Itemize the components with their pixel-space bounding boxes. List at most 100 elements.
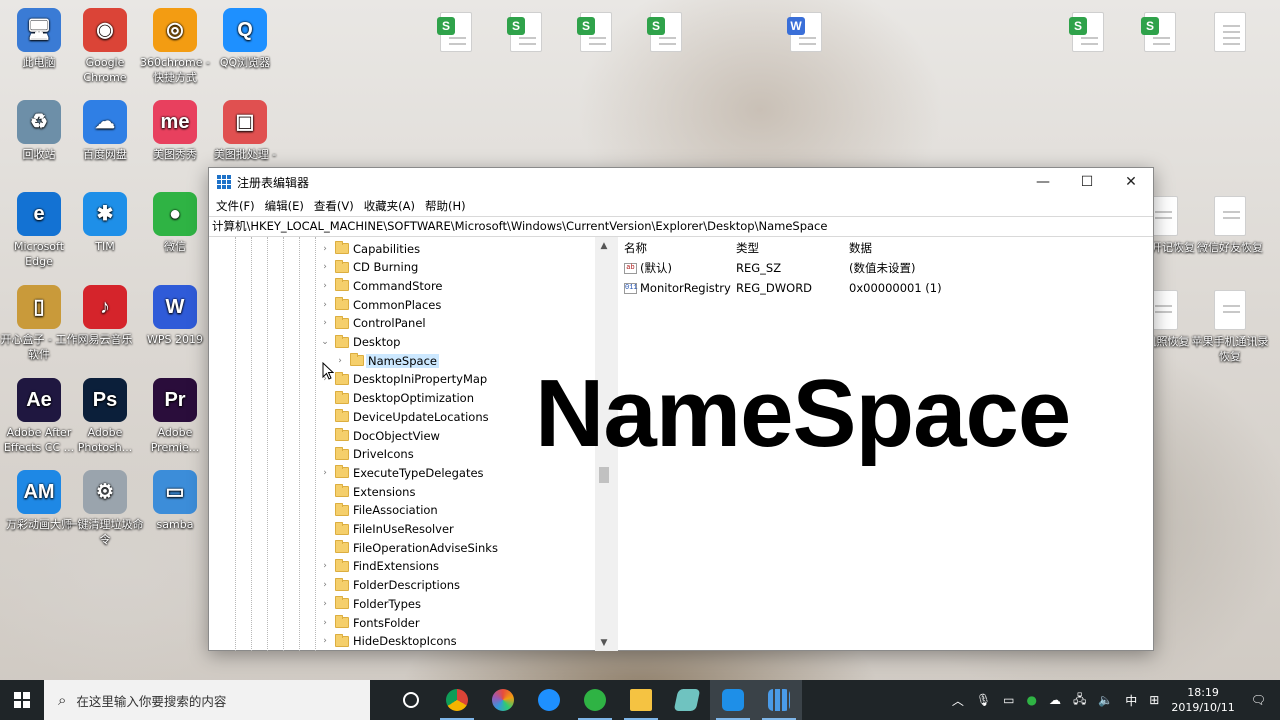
- spreadsheet-file-icon[interactable]: S: [437, 12, 472, 52]
- microphone-icon[interactable]: 🎙: [976, 693, 991, 707]
- menu-edit[interactable]: 编辑(E): [261, 198, 308, 214]
- taskbar-app-qq-browser[interactable]: [526, 680, 572, 720]
- address-bar[interactable]: 计算机\HKEY_LOCAL_MACHINE\SOFTWARE\Microsof…: [209, 216, 1153, 237]
- taskbar-app-notepad[interactable]: [664, 680, 710, 720]
- network-icon[interactable]: 🖧: [1073, 690, 1086, 711]
- wechat-tray-icon[interactable]: ●: [1026, 693, 1036, 707]
- cortana-button[interactable]: [388, 680, 434, 720]
- taskbar-app-tim[interactable]: [710, 680, 756, 720]
- title-bar[interactable]: 注册表编辑器 — ☐ ✕: [209, 168, 1153, 196]
- tree-expander-icon[interactable]: ›: [319, 580, 331, 590]
- spreadsheet-file-icon[interactable]: S: [577, 12, 612, 52]
- tree-item[interactable]: › CommandStore: [209, 276, 595, 295]
- desktop-icon[interactable]: ▭ samba: [136, 470, 214, 532]
- tree-item[interactable]: › FolderTypes: [209, 594, 595, 613]
- tree-item[interactable]: › CommonPlaces: [209, 295, 595, 314]
- tree-expander-icon[interactable]: ›: [319, 618, 331, 628]
- taskbar-search-box[interactable]: ⌕ 在这里输入你要搜索的内容: [44, 680, 370, 720]
- desktop-icon[interactable]: Pr Adobe Premie...: [136, 378, 214, 455]
- tree-expander-icon[interactable]: ⌄: [319, 337, 331, 347]
- menu-view[interactable]: 查看(V): [310, 198, 358, 214]
- ime-indicator[interactable]: 中: [1125, 692, 1137, 709]
- spreadsheet-file-icon[interactable]: S: [647, 12, 682, 52]
- taskbar-app-chrome[interactable]: [434, 680, 480, 720]
- close-button[interactable]: ✕: [1109, 168, 1153, 196]
- desktop-icon[interactable]: W WPS 2019: [136, 285, 214, 347]
- desktop-icon-label: 美图秀秀: [153, 148, 197, 161]
- tree-item[interactable]: FileAssociation: [209, 501, 595, 520]
- desktop-file-contacts-recovery[interactable]: 苹果手机通讯录恢复: [1190, 290, 1270, 364]
- tree-expander-icon[interactable]: ›: [319, 468, 331, 478]
- column-header-type[interactable]: 类型: [730, 240, 843, 256]
- desktop-icon[interactable]: Ps Adobe Photosh...: [66, 378, 144, 455]
- desktop-icon[interactable]: ☁ 百度网盘: [66, 100, 144, 162]
- app-icon: Ae: [17, 378, 61, 422]
- volume-icon[interactable]: 🔈: [1098, 693, 1113, 707]
- menu-favorites[interactable]: 收藏夹(A): [360, 198, 419, 214]
- tree-item[interactable]: Extensions: [209, 482, 595, 501]
- tree-expander-icon[interactable]: ›: [319, 561, 331, 571]
- notification-icon[interactable]: 🗨: [1251, 693, 1266, 707]
- tree-expander-icon[interactable]: ›: [319, 281, 331, 291]
- tree-expander-icon[interactable]: ›: [319, 318, 331, 328]
- desktop-icon[interactable]: ◎ 360chrome - 快捷方式: [136, 8, 214, 85]
- scroll-down-arrow-icon[interactable]: ▼: [595, 634, 613, 651]
- menu-help[interactable]: 帮助(H): [421, 198, 470, 214]
- minimize-button[interactable]: —: [1021, 168, 1065, 196]
- taskbar-app-wechat[interactable]: [572, 680, 618, 720]
- taskbar-app-regedit[interactable]: [756, 680, 802, 720]
- tree-expander-icon[interactable]: ›: [319, 300, 331, 310]
- clock[interactable]: 18:19 2019/10/11: [1171, 685, 1234, 715]
- tree-expander-icon[interactable]: ›: [334, 356, 346, 366]
- tree-item[interactable]: › ControlPanel: [209, 314, 595, 333]
- desktop-icon[interactable]: ◉ Google Chrome: [66, 8, 144, 85]
- desktop-icon[interactable]: ● 微信: [136, 192, 214, 254]
- tree-item[interactable]: › CD Burning: [209, 258, 595, 277]
- spreadsheet-file-icon[interactable]: S: [507, 12, 542, 52]
- folder-icon: [335, 241, 349, 254]
- show-hidden-icons-chevron-icon[interactable]: ︿: [952, 692, 964, 709]
- tree-item[interactable]: ⌄ Desktop: [209, 333, 595, 352]
- start-button[interactable]: [0, 680, 44, 720]
- value-type: REG_SZ: [736, 261, 782, 275]
- scroll-thumb[interactable]: [599, 467, 609, 483]
- taskbar-app-file-explorer[interactable]: [618, 680, 664, 720]
- keyboard-layout-icon[interactable]: ⊞: [1149, 693, 1159, 707]
- tree-item[interactable]: › FindExtensions: [209, 557, 595, 576]
- camera-icon[interactable]: ▭: [1003, 693, 1014, 707]
- desktop-icon[interactable]: Q QQ浏览器: [206, 8, 284, 70]
- tree-expander-icon[interactable]: ›: [319, 599, 331, 609]
- tree-item-label: CommonPlaces: [353, 297, 442, 312]
- value-row[interactable]: ab (默认) REG_SZ (数值未设置): [618, 258, 1153, 278]
- word-file-icon[interactable]: W: [787, 12, 822, 52]
- desktop-file-label: 苹果手机通讯录恢复: [1191, 335, 1269, 363]
- value-row[interactable]: 011 MonitorRegistry REG_DWORD 0x00000001 …: [618, 278, 1153, 298]
- desktop-icon[interactable]: ▣ 美图批处理 -: [206, 100, 284, 162]
- column-header-data[interactable]: 数据: [843, 240, 872, 256]
- desktop-icon[interactable]: ✱ TIM: [66, 192, 144, 254]
- desktop-icon[interactable]: ♪ 网易云音乐: [66, 285, 144, 347]
- maximize-button[interactable]: ☐: [1065, 168, 1109, 196]
- taskbar: ⌕ 在这里输入你要搜索的内容 ︿ 🎙 ▭ ● ☁ 🖧 🔈 中 ⊞ 18:19 2…: [0, 680, 1280, 720]
- scroll-up-arrow-icon[interactable]: ▲: [595, 237, 613, 254]
- tree-expander-icon[interactable]: ›: [319, 636, 331, 646]
- spreadsheet-file-icon[interactable]: S: [1069, 12, 1104, 52]
- text-file-icon[interactable]: [1214, 12, 1246, 52]
- spreadsheet-file-icon[interactable]: S: [1141, 12, 1176, 52]
- tree-item[interactable]: › HideDesktopIcons: [209, 632, 595, 651]
- tree-item[interactable]: FileInUseResolver: [209, 520, 595, 539]
- cloud-icon[interactable]: ☁: [1049, 693, 1061, 707]
- tree-expander-icon[interactable]: ›: [319, 244, 331, 254]
- menu-file[interactable]: 文件(F): [212, 198, 259, 214]
- desktop-icon[interactable]: ⚙ 一键清理垃圾命令: [66, 470, 144, 547]
- tree-item[interactable]: › Capabilities: [209, 239, 595, 258]
- taskbar-app-360chrome[interactable]: [480, 680, 526, 720]
- tree-item[interactable]: › FontsFolder: [209, 613, 595, 632]
- tree-item[interactable]: FileOperationAdviseSinks: [209, 538, 595, 557]
- desktop-icon[interactable]: me 美图秀秀: [136, 100, 214, 162]
- tree-expander-icon[interactable]: ›: [319, 262, 331, 272]
- regedit-app-icon: [217, 175, 231, 189]
- tree-item[interactable]: › FolderDescriptions: [209, 576, 595, 595]
- desktop-file-wechat-recovery[interactable]: 微信好友恢复: [1190, 196, 1270, 255]
- column-header-name[interactable]: 名称: [618, 240, 730, 256]
